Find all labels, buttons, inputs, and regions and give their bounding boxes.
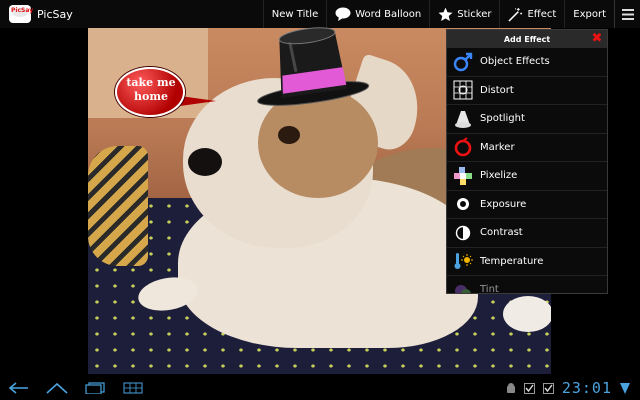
exposure-icon	[453, 194, 473, 214]
panel-title: Add Effect	[503, 34, 551, 44]
overflow-menu-button[interactable]	[614, 0, 640, 28]
word-balloon-text: take me home	[126, 76, 176, 103]
effect-item-contrast[interactable]: Contrast	[447, 219, 607, 248]
tiger-toy	[88, 146, 148, 266]
spotlight-icon	[453, 109, 473, 129]
effect-item-label: Contrast	[480, 227, 523, 239]
temperature-icon	[453, 251, 473, 271]
home-button[interactable]	[38, 376, 76, 400]
menu-icon	[621, 8, 634, 20]
effect-button[interactable]: Effect	[499, 0, 564, 28]
top-hat-sticker[interactable]	[248, 26, 370, 112]
effect-item-tint[interactable]: Tint	[447, 276, 607, 294]
recent-apps-button[interactable]	[76, 376, 114, 400]
status-area[interactable]: 23:01	[506, 379, 640, 397]
effect-item-label: Spotlight	[480, 113, 525, 125]
effect-item-temperature[interactable]: Temperature	[447, 248, 607, 276]
contrast-icon	[453, 223, 473, 243]
screenshot-button[interactable]	[114, 376, 152, 400]
effect-item-label: Pixelize	[480, 170, 518, 182]
dog-nose	[188, 148, 222, 176]
close-icon[interactable]: ✖	[591, 32, 603, 45]
system-bar: 23:01	[0, 376, 640, 400]
checkbox-notification-icon	[542, 382, 554, 394]
new-title-label: New Title	[271, 8, 319, 20]
checkbox-notification-icon	[523, 382, 535, 394]
export-label: Export	[573, 8, 606, 20]
grid-distort-icon	[453, 80, 473, 100]
export-button[interactable]: Export	[564, 0, 614, 28]
effect-item-exposure[interactable]: Exposure	[447, 191, 607, 219]
effect-item-label: Tint	[480, 284, 499, 294]
pixelize-icon	[453, 166, 473, 186]
effect-item-label: Temperature	[480, 255, 544, 267]
action-bar: PicSay PicSay New Title Word Balloon Sti…	[0, 0, 640, 28]
recent-apps-icon	[85, 382, 105, 394]
app-title: PicSay	[37, 7, 73, 21]
effect-item-marker[interactable]: Marker	[447, 134, 607, 162]
word-balloon-label: Word Balloon	[355, 8, 422, 20]
panel-header: Add Effect ✖	[447, 30, 607, 48]
marker-icon	[453, 137, 473, 157]
effect-item-label: Object Effects	[480, 56, 550, 68]
effect-item-pixelize[interactable]: Pixelize	[447, 162, 607, 191]
back-icon	[8, 382, 28, 394]
effect-item-distort[interactable]: Distort	[447, 77, 607, 105]
speech-bubble-icon	[335, 7, 351, 21]
effect-item-label: Exposure	[480, 198, 527, 210]
star-icon	[438, 7, 453, 21]
magic-wand-icon	[508, 7, 523, 22]
android-debug-icon	[506, 383, 515, 393]
effect-item-object-effects[interactable]: Object Effects	[447, 48, 607, 77]
effect-item-label: Distort	[480, 84, 514, 96]
dog-paw-right	[503, 296, 551, 332]
app-logo[interactable]: PicSay	[9, 5, 33, 23]
effect-item-spotlight[interactable]: Spotlight	[447, 105, 607, 134]
back-button[interactable]	[0, 376, 38, 400]
male-symbol-icon	[453, 52, 473, 72]
clock: 23:01	[561, 379, 612, 397]
effect-label: Effect	[527, 8, 557, 20]
grid-icon	[123, 382, 143, 394]
sticker-button[interactable]: Sticker	[429, 0, 499, 28]
add-effect-panel: Add Effect ✖ Object Effects Distort Spot…	[446, 29, 608, 294]
toolbar-actions: New Title Word Balloon Sticker Effect Ex…	[262, 0, 640, 28]
sticker-label: Sticker	[457, 8, 492, 20]
effect-item-label: Marker	[480, 141, 515, 153]
tint-icon	[453, 280, 473, 293]
word-balloon-button[interactable]: Word Balloon	[326, 0, 429, 28]
wifi-icon	[620, 383, 630, 394]
new-title-button[interactable]: New Title	[262, 0, 326, 28]
home-icon	[46, 382, 68, 394]
dog-eye	[278, 126, 300, 144]
